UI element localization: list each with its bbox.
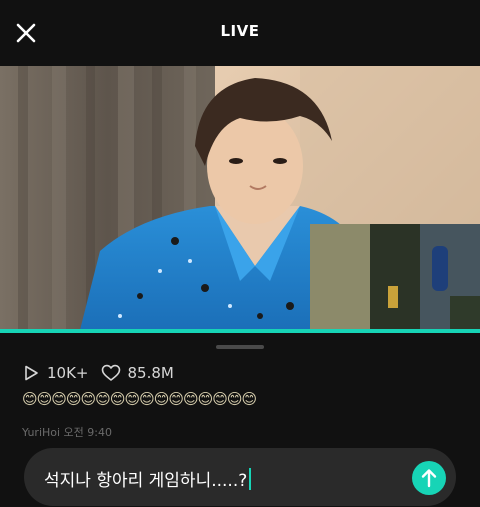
- chat-comment-text: 😊😊😊😊😊😊😊😊😊😊😊😊😊😊😊😊: [22, 390, 257, 408]
- view-count: 10K+: [22, 364, 89, 382]
- video-frame: [0, 66, 480, 330]
- view-count-value: 10K+: [47, 364, 89, 382]
- comment-input-value: 석지나 항아리 게임하니.....?: [44, 471, 248, 491]
- page-title: LIVE: [220, 22, 260, 40]
- like-count[interactable]: 85.8M: [101, 364, 174, 382]
- progress-fill: [0, 329, 480, 333]
- play-icon: [25, 365, 38, 381]
- like-count-value: 85.8M: [127, 364, 174, 382]
- send-button[interactable]: [412, 461, 446, 495]
- sheet-drag-handle[interactable]: [216, 345, 264, 349]
- heart-icon: [101, 364, 120, 381]
- stats-row: 10K+ 85.8M: [22, 362, 186, 384]
- comment-input[interactable]: 석지나 항아리 게임하니.....?: [44, 466, 252, 491]
- chat-comment-meta: YuriHoi 오전 9:40: [22, 426, 112, 439]
- live-progress-bar[interactable]: [0, 329, 480, 333]
- top-bar: LIVE: [0, 0, 480, 66]
- text-caret: [249, 468, 252, 490]
- live-video-player[interactable]: [0, 66, 480, 330]
- send-arrow-icon: [421, 469, 437, 488]
- comment-composer[interactable]: 석지나 항아리 게임하니.....?: [24, 448, 456, 506]
